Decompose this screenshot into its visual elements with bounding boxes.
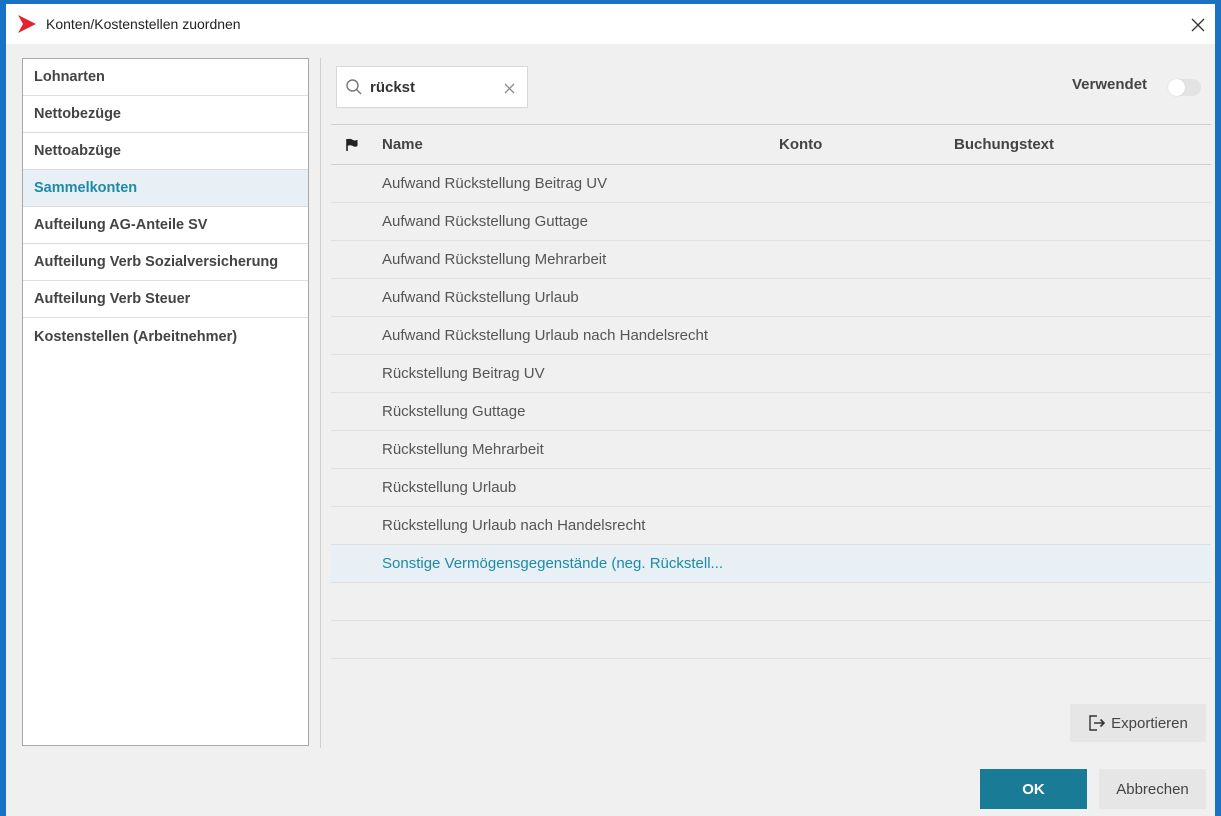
row-name-cell: Rückstellung Guttage xyxy=(382,403,526,420)
panel-divider xyxy=(320,58,321,748)
title-bar: Konten/Kostenstellen zuordnen xyxy=(6,4,1215,44)
column-header-flag[interactable] xyxy=(331,138,382,152)
used-filter-toggle[interactable] xyxy=(1168,79,1201,96)
row-name-cell: Aufwand Rückstellung Guttage xyxy=(382,213,588,230)
sidebar-item-aufteilung-verb-sozialversicherung[interactable]: Aufteilung Verb Sozialversicherung xyxy=(23,244,308,281)
search-input[interactable] xyxy=(370,78,490,96)
ok-button[interactable]: OK xyxy=(980,769,1087,809)
table-row[interactable]: Rückstellung Urlaub nach Handelsrecht xyxy=(331,507,1211,545)
dialog-window: Konten/Kostenstellen zuordnen Lohnarten … xyxy=(0,0,1221,816)
column-header-name[interactable]: Name xyxy=(382,136,779,153)
empty-table-row xyxy=(331,583,1211,621)
sidebar-item-kostenstellen[interactable]: Kostenstellen (Arbeitnehmer) xyxy=(23,318,308,355)
table-row[interactable]: Sonstige Vermögensgegenstände (neg. Rück… xyxy=(331,545,1211,583)
app-logo-icon xyxy=(18,15,36,33)
column-header-buchungstext[interactable]: Buchungstext xyxy=(954,136,1211,153)
dialog-content: Lohnarten Nettobezüge Nettoabzüge Sammel… xyxy=(6,44,1215,816)
sidebar-item-nettoabzuege[interactable]: Nettoabzüge xyxy=(23,133,308,170)
row-name-cell: Rückstellung Urlaub xyxy=(382,479,517,496)
row-name-cell: Aufwand Rückstellung Beitrag UV xyxy=(382,175,608,192)
table-row[interactable]: Aufwand Rückstellung Mehrarbeit xyxy=(331,241,1211,279)
clear-search-button[interactable] xyxy=(499,78,519,98)
table-row[interactable]: Aufwand Rückstellung Urlaub xyxy=(331,279,1211,317)
table-row[interactable]: Aufwand Rückstellung Beitrag UV xyxy=(331,165,1211,203)
sidebar-item-aufteilung-verb-steuer[interactable]: Aufteilung Verb Steuer xyxy=(23,281,308,318)
toggle-knob xyxy=(1168,79,1185,96)
search-icon xyxy=(346,79,362,95)
category-sidebar: Lohnarten Nettobezüge Nettoabzüge Sammel… xyxy=(22,58,309,746)
table-row[interactable]: Rückstellung Guttage xyxy=(331,393,1211,431)
flag-icon xyxy=(346,138,358,151)
window-title: Konten/Kostenstellen zuordnen xyxy=(46,16,241,32)
search-box xyxy=(336,66,528,108)
sidebar-item-lohnarten[interactable]: Lohnarten xyxy=(23,59,308,96)
row-name-cell: Sonstige Vermögensgegenstände (neg. Rück… xyxy=(382,555,724,572)
sidebar-item-sammelkonten[interactable]: Sammelkonten xyxy=(23,170,308,207)
column-header-konto[interactable]: Konto xyxy=(779,136,954,153)
row-name-cell: Aufwand Rückstellung Urlaub nach Handels… xyxy=(382,327,709,344)
empty-table-row xyxy=(331,621,1211,659)
close-icon xyxy=(504,83,514,93)
sidebar-item-nettobezuege[interactable]: Nettobezüge xyxy=(23,96,308,133)
table-row[interactable]: Rückstellung Urlaub xyxy=(331,469,1211,507)
row-name-cell: Aufwand Rückstellung Mehrarbeit xyxy=(382,251,607,268)
table-header: Name Konto Buchungstext xyxy=(331,125,1211,165)
table-row[interactable]: Aufwand Rückstellung Urlaub nach Handels… xyxy=(331,317,1211,355)
export-button[interactable]: Exportieren xyxy=(1070,704,1206,742)
close-icon xyxy=(1191,18,1205,32)
close-button[interactable] xyxy=(1185,12,1211,38)
sidebar-item-aufteilung-ag-anteile-sv[interactable]: Aufteilung AG-Anteile SV xyxy=(23,207,308,244)
cancel-button[interactable]: Abbrechen xyxy=(1099,769,1206,809)
row-name-cell: Aufwand Rückstellung Urlaub xyxy=(382,289,579,306)
table-body: Aufwand Rückstellung Beitrag UV Aufwand R… xyxy=(331,165,1211,659)
row-name-cell: Rückstellung Beitrag UV xyxy=(382,365,545,382)
export-icon xyxy=(1089,715,1106,731)
accounts-table: Name Konto Buchungstext Aufwand Rückstel… xyxy=(331,124,1211,659)
export-button-label: Exportieren xyxy=(1111,714,1188,732)
used-filter-label: Verwendet xyxy=(1072,76,1148,93)
row-name-cell: Rückstellung Urlaub nach Handelsrecht xyxy=(382,517,646,534)
table-row[interactable]: Rückstellung Beitrag UV xyxy=(331,355,1211,393)
table-row[interactable]: Rückstellung Mehrarbeit xyxy=(331,431,1211,469)
row-name-cell: Rückstellung Mehrarbeit xyxy=(382,441,544,458)
table-row[interactable]: Aufwand Rückstellung Guttage xyxy=(331,203,1211,241)
